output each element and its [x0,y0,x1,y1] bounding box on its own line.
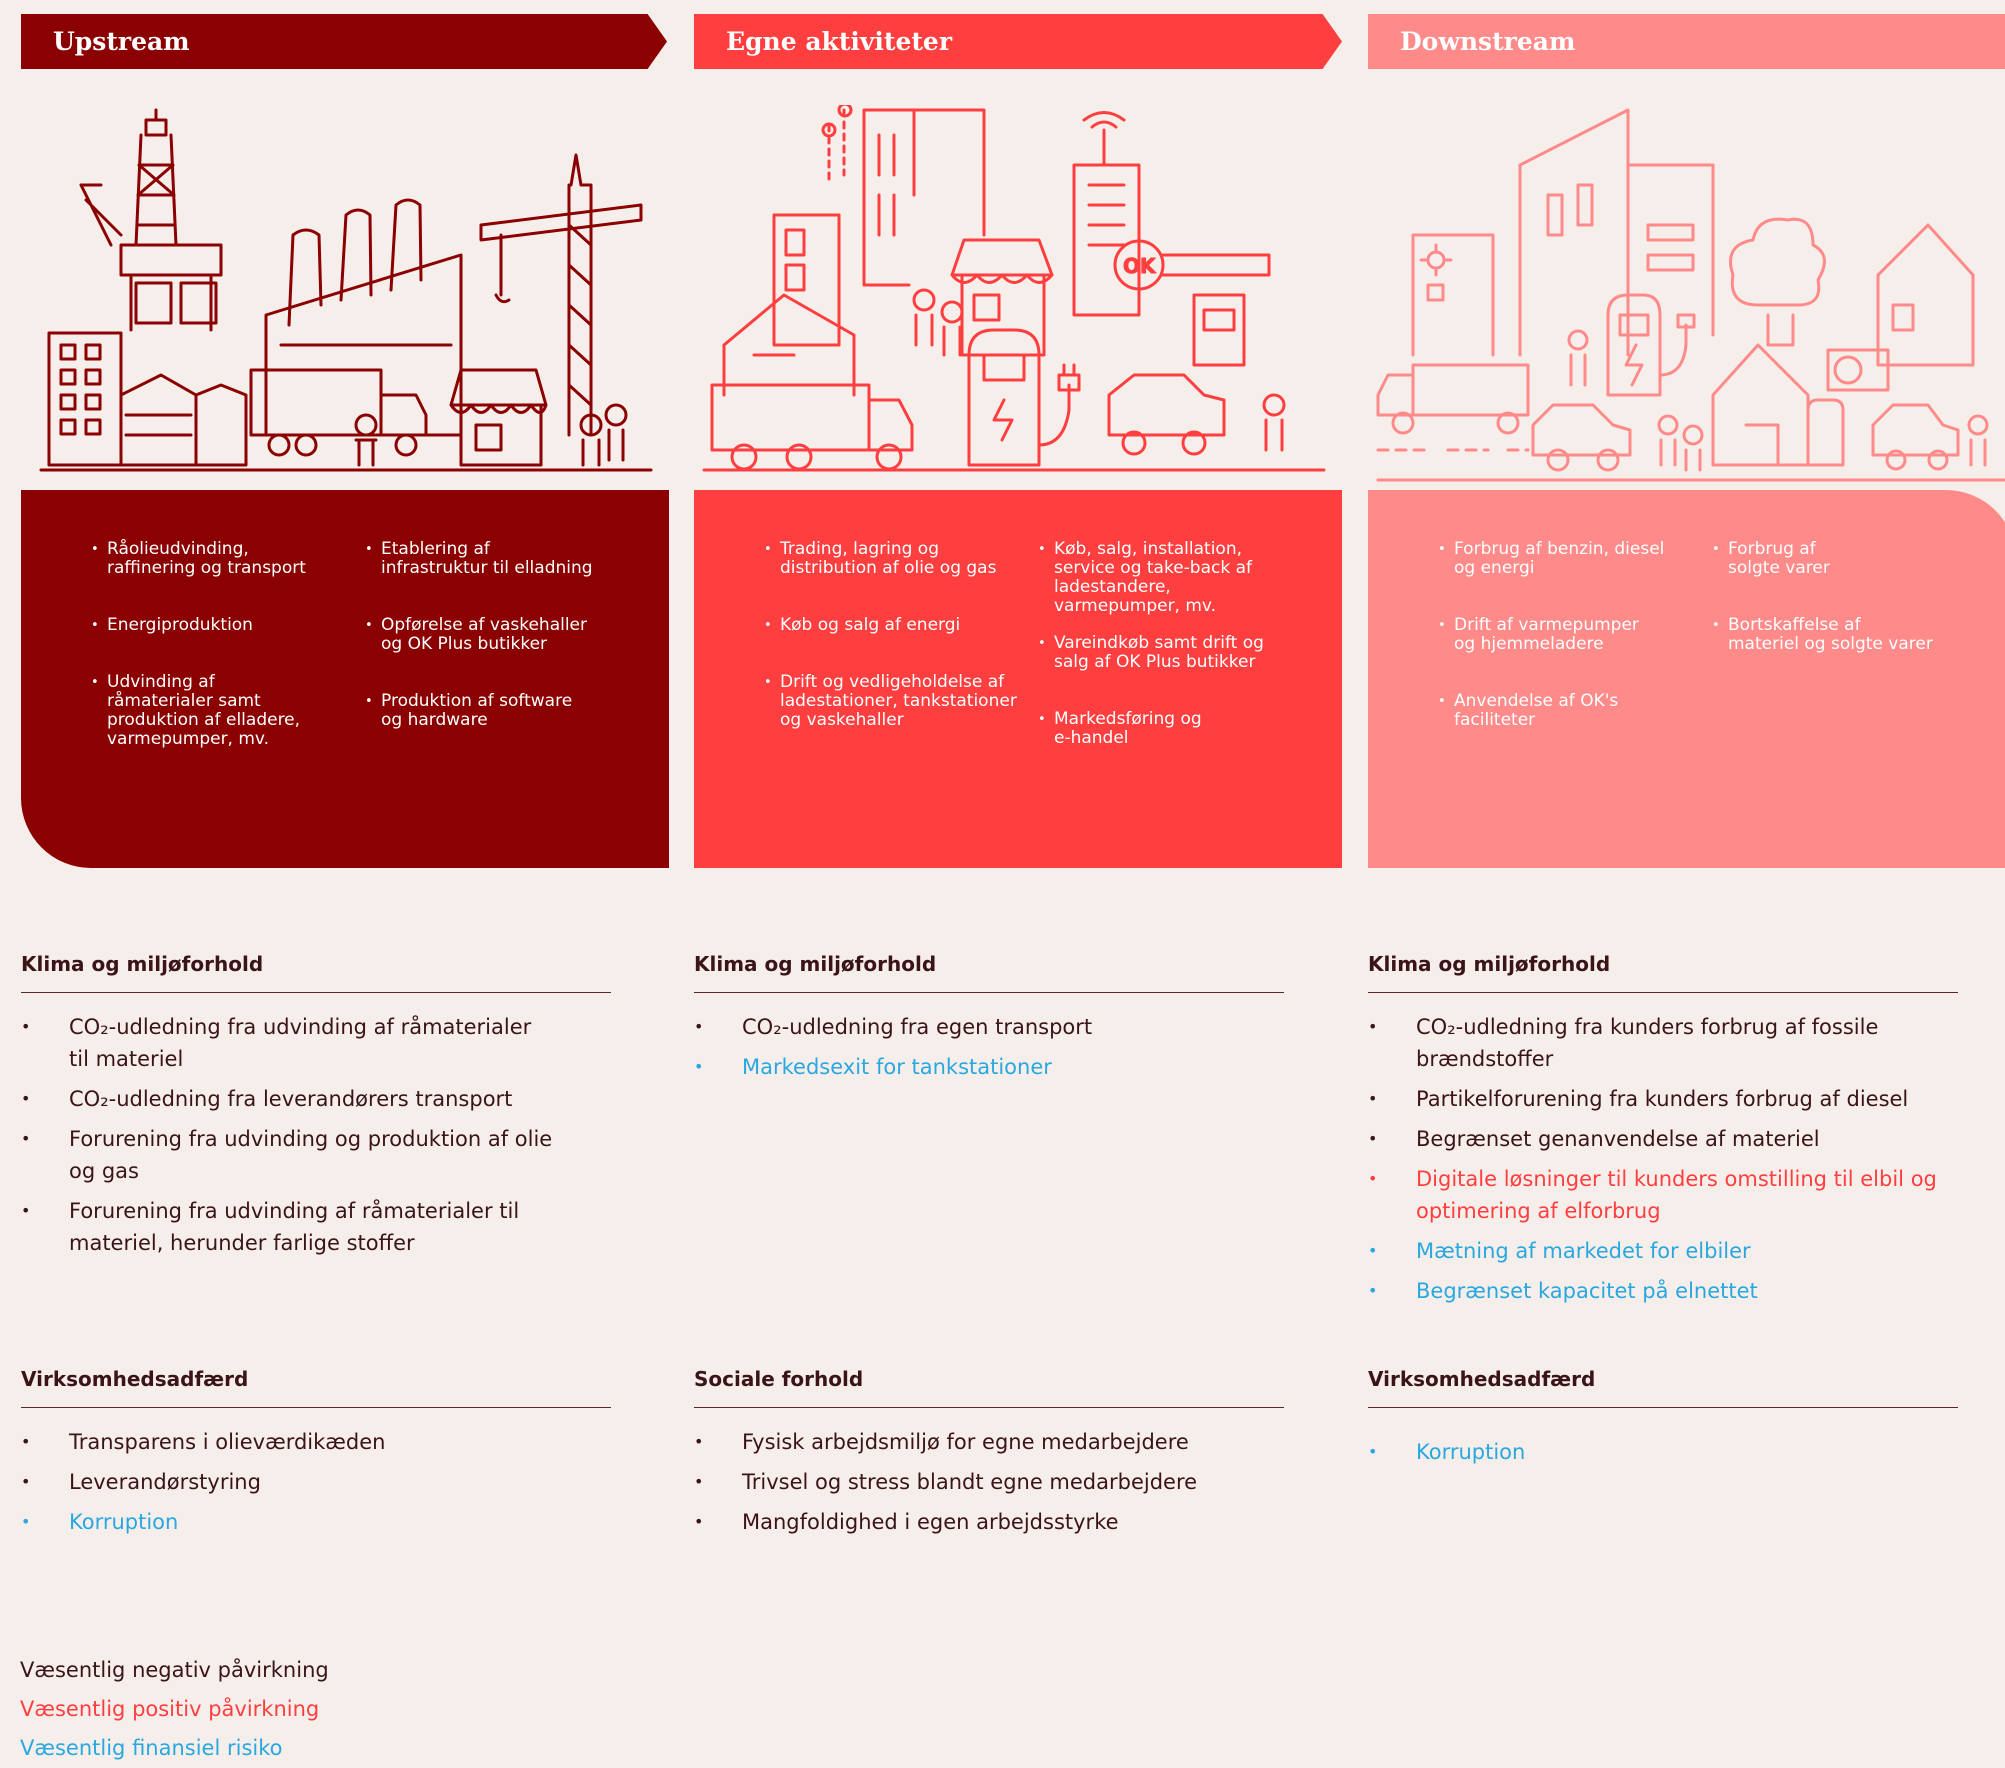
column-own-activities: Egne aktiviteter OK • Trading, lagring o… [694,0,1344,1700]
list-item: Trading, lagring og distribution af olie… [764,540,1034,578]
section-title: Klima og miljøforhold [21,952,611,993]
list-item: Transparens i olieværdikæden [21,1426,611,1458]
legend-financial: Væsentlig finansiel risiko [20,1736,283,1760]
list-item: Trivsel og stress blandt egne medarbejde… [694,1466,1284,1498]
legend-negative: Væsentlig negativ påvirkning [20,1658,329,1682]
list-item: Bortskaffelse af materiel og solgte vare… [1712,616,1972,654]
list-item: Anvendelse af OK's faciliteter [1438,692,1698,730]
downstream-banner: Downstream [1368,14,2005,69]
list-item: Korruption [21,1506,611,1538]
own-box-left: Trading, lagring og distribution af olie… [764,540,1034,768]
own-box-right: Køb, salg, installation, service og take… [1038,540,1298,786]
own-sociale-section: Sociale forhold Fysisk arbejdsmiljø for … [694,1367,1284,1546]
list-item: Råolieudvinding, raffinering og transpor… [91,540,341,578]
own-activities-box: Trading, lagring og distribution af olie… [694,490,1342,868]
list-item: Mætning af markedet for elbiler [1368,1235,1958,1267]
section-title: Sociale forhold [694,1367,1284,1408]
list-item: CO₂-udledning fra egen transport [694,1011,1284,1043]
own-klima-section: Klima og miljøforhold CO₂-udledning fra … [694,952,1284,1091]
legend-positive: Væsentlig positiv påvirkning [20,1697,320,1721]
upstream-banner: Upstream [21,14,667,69]
legend: Væsentlig negativ påvirkning Væsentlig p… [20,1651,329,1768]
list-item: Digitale løsninger til kunders omstillin… [1368,1163,1958,1227]
list-item: Køb, salg, installation, service og take… [1038,540,1298,616]
list-item: Forurening fra udvinding af råmaterialer… [21,1195,611,1259]
list-item: Begrænset kapacitet på elnettet [1368,1275,1958,1307]
list-item: Opførelse af vaskehaller og OK Plus buti… [365,616,625,654]
svg-text:OK: OK [1123,254,1157,278]
column-upstream: Upstream Råolieudvi [21,0,671,1700]
list-item: Markedsføring og e-handel [1038,710,1298,748]
downstream-activities-box: Forbrug af benzin, diesel og energi Drif… [1368,490,2005,868]
section-title: Klima og miljøforhold [694,952,1284,993]
downstream-adfaerd-section: Virksomhedsadfærd Korruption [1368,1367,1958,1476]
upstream-activities-box: Råolieudvinding, raffinering og transpor… [21,490,669,868]
list-item: Begrænset genanvendelse af materiel [1368,1123,1958,1155]
list-item: Produktion af software og hardware [365,692,625,730]
downstream-box-right: Forbrug af solgte varer Bortskaffelse af… [1712,540,1972,692]
upstream-klima-section: Klima og miljøforhold CO₂-udledning fra … [21,952,611,1267]
list-item: Markedsexit for tankstationer [694,1051,1284,1083]
list-item: Forbrug af benzin, diesel og energi [1438,540,1698,578]
own-activities-illustration-icon: OK [702,105,1326,472]
section-title: Klima og miljøforhold [1368,952,1958,993]
list-item: Mangfoldighed i egen arbejdsstyrke [694,1506,1284,1538]
list-item: Partikelforurening fra kunders forbrug a… [1368,1083,1958,1115]
list-item: Drift af varmepumper og hjemmeladere [1438,616,1698,654]
list-item: CO₂-udledning fra kunders forbrug af fos… [1368,1011,1958,1075]
upstream-box-left: Råolieudvinding, raffinering og transpor… [91,540,341,787]
list-item: Forurening fra udvinding og produktion a… [21,1123,611,1187]
section-title: Virksomhedsadfærd [1368,1367,1958,1408]
downstream-illustration-icon [1376,108,2005,482]
list-item: Leverandørstyring [21,1466,611,1498]
column-downstream: Downstream • Forbrug af benzin, diesel o… [1368,0,2005,1700]
list-item: CO₂-udledning fra leverandørers transpor… [21,1083,611,1115]
downstream-klima-section: Klima og miljøforhold CO₂-udledning fra … [1368,952,1958,1315]
list-item: Køb og salg af energi [764,616,1034,636]
list-item: Drift og vedligeholdelse af ladestatione… [764,673,1034,730]
upstream-adfaerd-section: Virksomhedsadfærd Transparens i olieværd… [21,1367,611,1546]
list-item: Forbrug af solgte varer [1712,540,1972,578]
list-item: Etablering af infrastruktur til elladnin… [365,540,625,578]
list-item: Korruption [1368,1436,1958,1468]
upstream-box-right: Etablering af infrastruktur til elladnin… [365,540,625,768]
list-item: Energiproduktion [91,616,341,636]
list-item: CO₂-udledning fra udvinding af råmateria… [21,1011,611,1075]
own-activities-banner: Egne aktiviteter [694,14,1342,69]
list-item: Fysisk arbejdsmiljø for egne medarbejder… [694,1426,1284,1458]
downstream-box-left: Forbrug af benzin, diesel og energi Drif… [1438,540,1698,768]
section-title: Virksomhedsadfærd [21,1367,611,1408]
upstream-illustration-icon [39,108,653,472]
list-item: Udvinding af råmaterialer samt produktio… [91,673,341,749]
list-item: Vareindkøb samt drift og salg af OK Plus… [1038,634,1298,672]
